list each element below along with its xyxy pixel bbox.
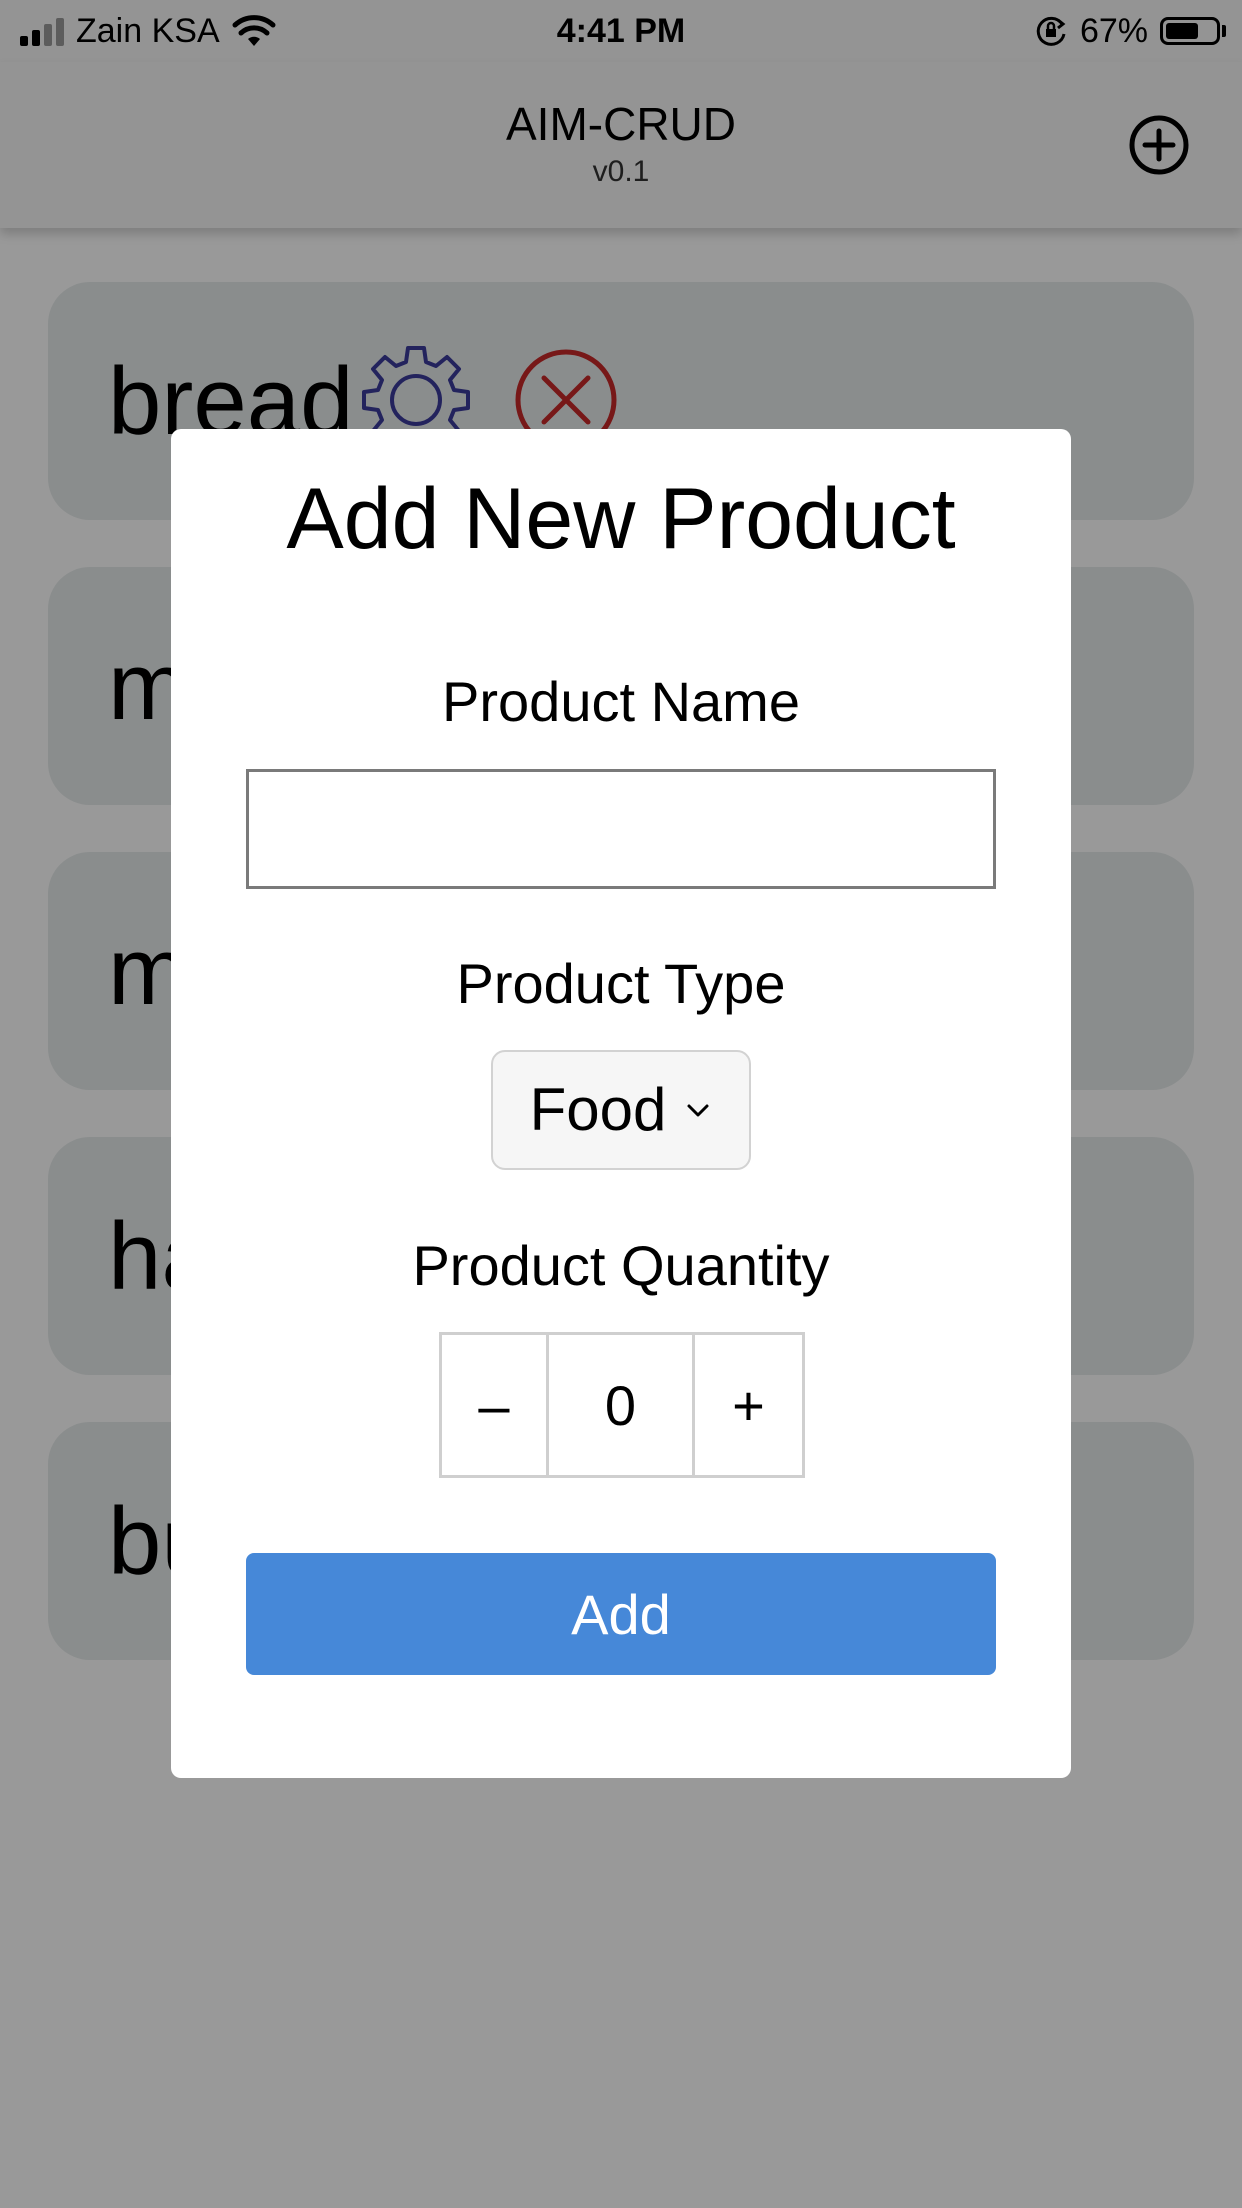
quantity-stepper: – 0 +	[439, 1332, 805, 1478]
add-product-modal: Add New Product Product Name Product Typ…	[171, 429, 1071, 1778]
quantity-value[interactable]: 0	[549, 1332, 695, 1478]
product-name-input[interactable]	[246, 769, 996, 889]
product-quantity-label: Product Quantity	[412, 1234, 830, 1297]
quantity-decrement-button[interactable]: –	[439, 1332, 549, 1478]
quantity-increment-button[interactable]: +	[695, 1332, 805, 1478]
add-button[interactable]: Add	[246, 1553, 996, 1675]
product-type-label: Product Type	[456, 952, 786, 1015]
product-type-value: Food	[529, 1076, 667, 1143]
product-name-label: Product Name	[442, 670, 800, 733]
modal-title: Add New Product	[286, 471, 956, 567]
product-type-select[interactable]: Food	[491, 1050, 751, 1170]
chevron-down-icon	[687, 1104, 709, 1117]
